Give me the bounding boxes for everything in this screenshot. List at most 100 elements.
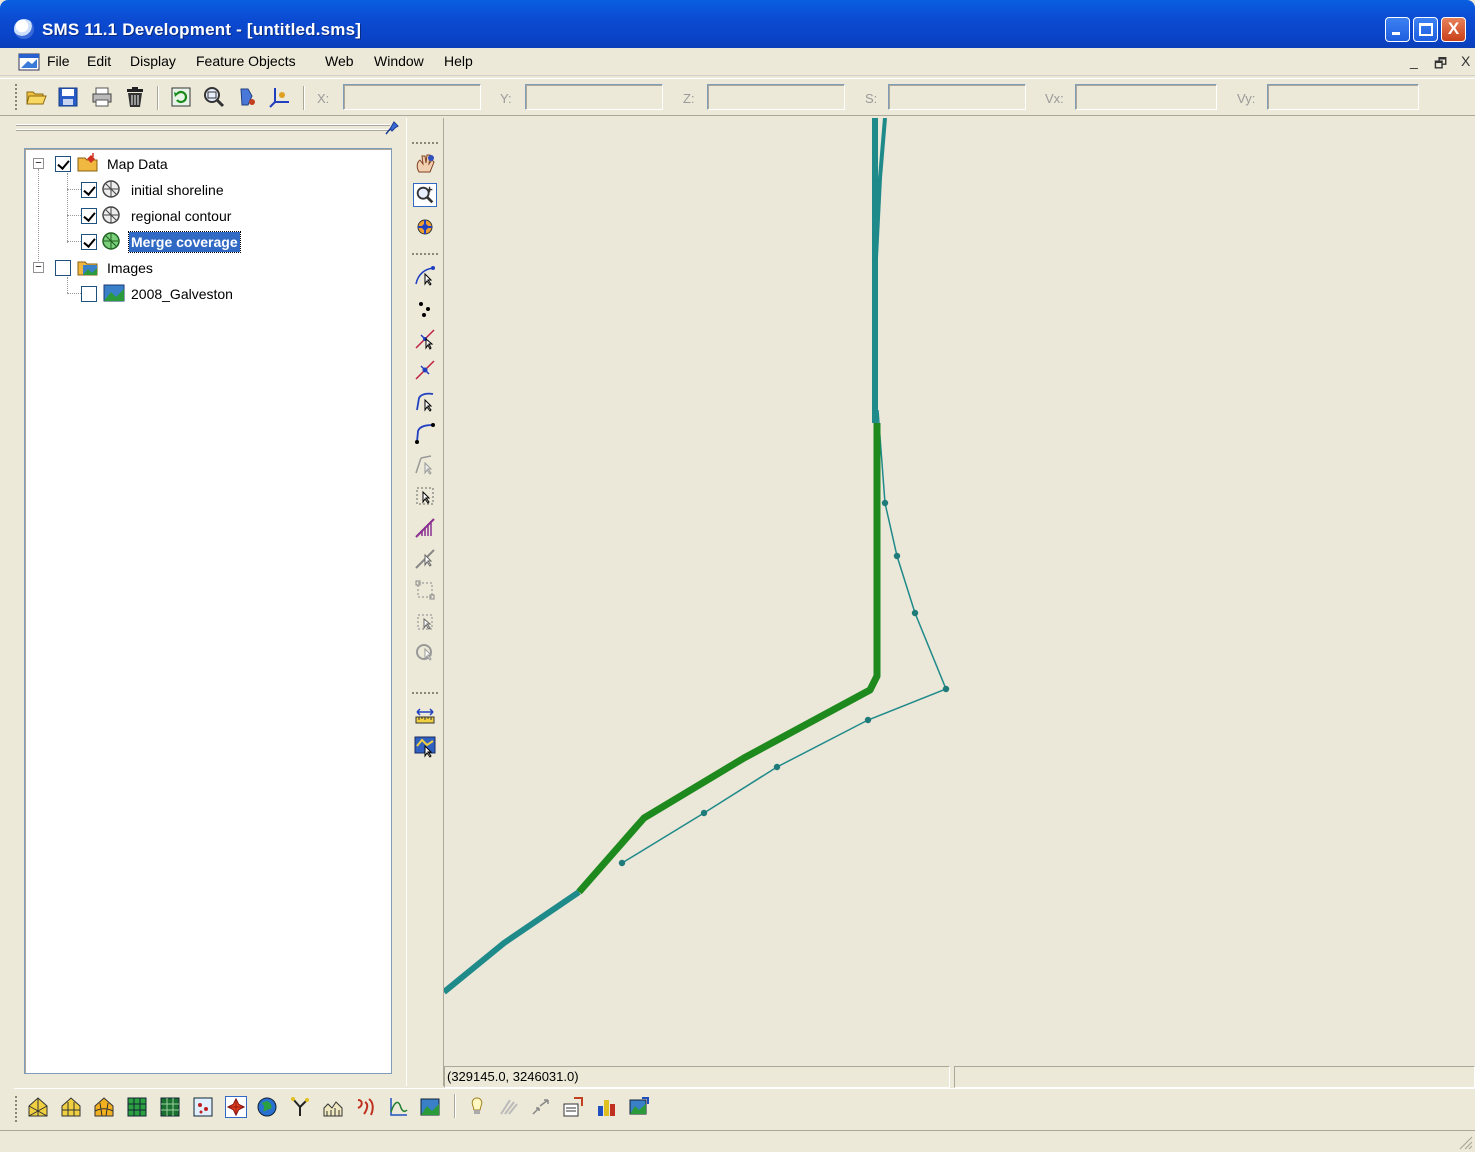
tree-item-regional-contour[interactable]: regional contour	[81, 205, 341, 227]
select-polygon-icon[interactable]	[413, 484, 437, 508]
hydrograph-icon[interactable]	[387, 1096, 409, 1118]
menu-edit[interactable]: Edit	[87, 53, 111, 69]
select-region-icon[interactable]	[413, 578, 437, 602]
print-icon[interactable]	[91, 86, 113, 108]
z-coord-field[interactable]	[707, 84, 845, 110]
menu-feature-objects[interactable]: Feature Objects	[196, 53, 296, 69]
vx-coord-field[interactable]	[1075, 84, 1217, 110]
regional-contour-checkbox[interactable]	[81, 208, 97, 224]
create-feature-arc-icon[interactable]	[413, 421, 437, 445]
map-data-checkbox[interactable]	[55, 156, 71, 172]
mdi-restore-button[interactable]: 🗗	[1434, 53, 1447, 77]
pin-icon[interactable]	[384, 120, 400, 136]
lighting-icon[interactable]	[466, 1096, 488, 1118]
vertex[interactable]	[864, 716, 872, 724]
menu-web[interactable]: Web	[325, 53, 354, 69]
mdi-close-button[interactable]: X	[1461, 53, 1470, 69]
pan-tool-icon[interactable]	[413, 152, 437, 176]
contour-tool-icon[interactable]	[413, 734, 437, 758]
resize-grip-icon[interactable]	[1457, 1134, 1473, 1150]
initial-shoreline-green-segment[interactable]	[576, 423, 881, 895]
tree-item-2008-galveston[interactable]: 2008_Galveston	[81, 283, 341, 305]
plot-icon[interactable]	[596, 1096, 618, 1118]
measure-tool-icon[interactable]	[413, 641, 437, 665]
vertex[interactable]	[700, 809, 708, 817]
zoom-tool-icon[interactable]	[413, 183, 437, 207]
delete-icon[interactable]	[124, 86, 146, 108]
tree-item-map-data[interactable]: − Map Data	[33, 153, 333, 175]
initial-shoreline-checkbox[interactable]	[81, 182, 97, 198]
vertex[interactable]	[893, 552, 901, 560]
maximize-button[interactable]	[1413, 17, 1438, 42]
y-coord-field[interactable]	[525, 84, 663, 110]
palette-grip[interactable]	[412, 142, 438, 145]
refresh-icon[interactable]	[170, 86, 192, 108]
create-feature-vertex-icon[interactable]	[413, 358, 437, 382]
save-icon[interactable]	[57, 86, 79, 108]
menu-window[interactable]: Window	[374, 53, 424, 69]
image-module-icon[interactable]	[419, 1096, 441, 1118]
vector-options-icon[interactable]	[530, 1096, 552, 1118]
rotate-tool-icon[interactable]	[413, 215, 437, 239]
create-feature-point-icon[interactable]	[413, 296, 437, 320]
menu-display[interactable]: Display	[130, 53, 176, 69]
palette-grip[interactable]	[412, 692, 438, 695]
select-arc-group-icon[interactable]	[413, 453, 437, 477]
select-feature-arc-icon[interactable]	[413, 390, 437, 414]
quadtree-module-icon[interactable]	[289, 1096, 311, 1118]
document-icon[interactable]	[18, 52, 40, 72]
menu-help[interactable]: Help	[444, 53, 473, 69]
curvilinear-grid-icon[interactable]	[93, 1096, 115, 1118]
generic-model-icon[interactable]	[322, 1096, 344, 1118]
mdi-minimize-button[interactable]: _	[1410, 53, 1418, 69]
tree-item-initial-shoreline[interactable]: initial shoreline	[81, 179, 341, 201]
ruler-tool-icon[interactable]	[413, 703, 437, 727]
open-icon[interactable]	[25, 86, 47, 108]
select-all-icon[interactable]	[413, 610, 437, 634]
create-polygon-icon[interactable]	[413, 516, 437, 540]
zoom-frame-icon[interactable]	[203, 86, 225, 108]
grid-module-icon[interactable]	[159, 1096, 181, 1118]
vy-coord-field[interactable]	[1267, 84, 1419, 110]
merge-coverage-checkbox[interactable]	[81, 234, 97, 250]
minimize-button[interactable]	[1385, 17, 1410, 42]
vertex[interactable]	[773, 763, 781, 771]
tree-item-images[interactable]: − Images	[33, 257, 333, 279]
palette-grip[interactable]	[412, 253, 438, 256]
collapse-icon[interactable]: −	[33, 262, 44, 273]
initial-shoreline-bottom-segment[interactable]	[444, 889, 581, 995]
toolbar-grip[interactable]	[15, 1096, 19, 1122]
collapse-icon[interactable]: −	[33, 158, 44, 169]
regional-contour-arc[interactable]	[621, 409, 947, 864]
profile-icon[interactable]	[562, 1096, 584, 1118]
x-coord-field[interactable]	[343, 84, 481, 110]
contour-options-icon[interactable]	[498, 1096, 520, 1118]
particle-module-icon[interactable]	[192, 1096, 214, 1118]
toolbar-grip[interactable]	[15, 84, 19, 110]
vertex[interactable]	[942, 685, 950, 693]
scatter-module-icon[interactable]	[126, 1096, 148, 1118]
vertex[interactable]	[911, 609, 919, 617]
map-module-icon[interactable]	[225, 1096, 247, 1118]
image-export-icon[interactable]	[628, 1096, 650, 1118]
graphics-window[interactable]	[444, 118, 1475, 1066]
menu-file[interactable]: File	[47, 53, 70, 69]
select-feature-arc-icon[interactable]	[413, 264, 437, 288]
mesh-module-icon[interactable]	[27, 1096, 49, 1118]
s-coord-field[interactable]	[888, 84, 1026, 110]
project-explorer-tree[interactable]: − Map Data initial shoreline regional co…	[24, 148, 392, 1074]
gis-module-icon[interactable]	[256, 1096, 278, 1118]
display-options-icon[interactable]	[236, 86, 258, 108]
select-feature-vertex-icon[interactable]	[413, 327, 437, 351]
images-checkbox[interactable]	[55, 260, 71, 276]
annotation-icon[interactable]	[355, 1096, 377, 1118]
axes-icon[interactable]	[269, 86, 291, 108]
2008-galveston-checkbox[interactable]	[81, 286, 97, 302]
close-button[interactable]: X	[1441, 17, 1466, 42]
cartesian-grid-icon[interactable]	[60, 1096, 82, 1118]
vertex[interactable]	[618, 859, 626, 867]
tree-item-merge-coverage[interactable]: Merge coverage	[81, 231, 341, 253]
project-explorer-header[interactable]	[14, 118, 406, 138]
map-view[interactable]	[444, 118, 1475, 1066]
select-feature-icon[interactable]	[413, 547, 437, 571]
